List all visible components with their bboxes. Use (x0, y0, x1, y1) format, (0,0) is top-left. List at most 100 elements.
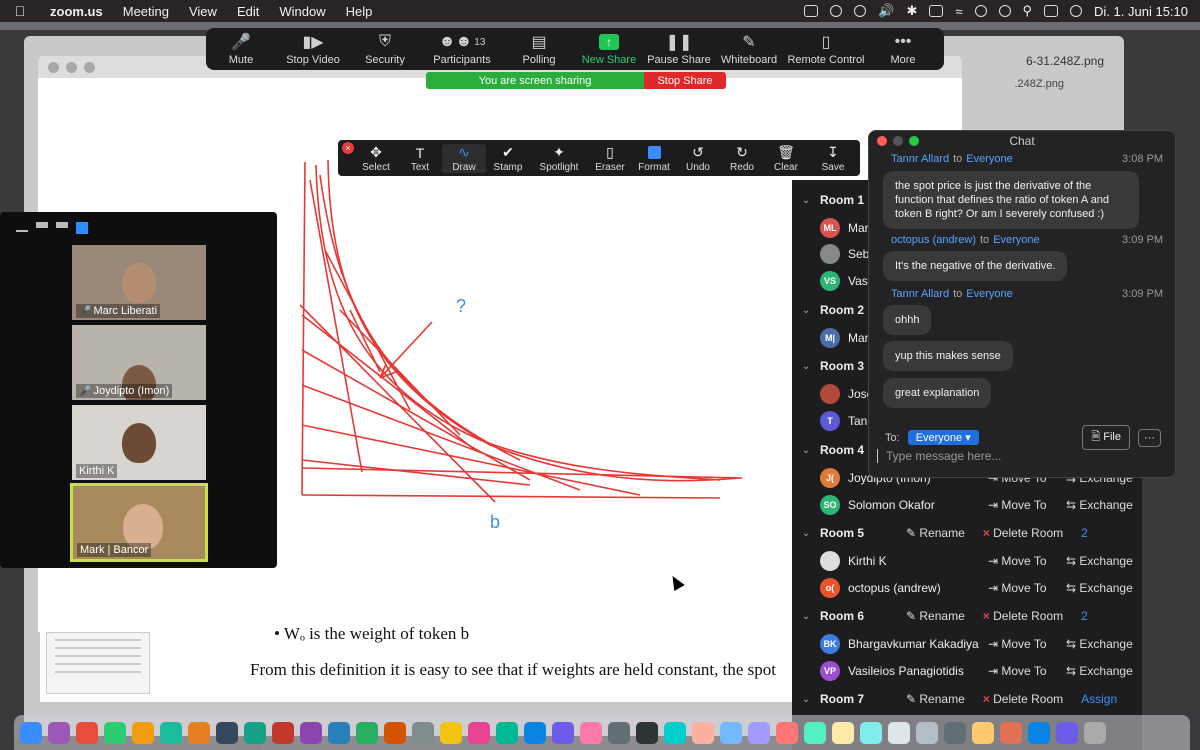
new-share-button[interactable]: ↑ New Share (574, 32, 644, 66)
dock-app-icon[interactable] (272, 721, 294, 744)
stamp-tool[interactable]: ✔ Stamp (486, 144, 530, 173)
siri-icon[interactable] (1070, 5, 1083, 17)
bluetooth-icon[interactable]: ✱ (906, 3, 917, 19)
strip-view-icon[interactable] (56, 222, 68, 228)
menu-window[interactable]: Window (269, 4, 335, 19)
dock-app-icon[interactable] (300, 721, 322, 744)
delete-room-button[interactable]: × Delete Room (983, 692, 1063, 706)
gallery-view-icon[interactable] (76, 222, 88, 234)
dock-app-icon[interactable] (692, 721, 714, 744)
dock-app-icon[interactable] (468, 721, 490, 744)
status-icon[interactable] (830, 5, 843, 17)
stop-share-button[interactable]: Stop Share (644, 72, 726, 89)
dock-app-icon[interactable] (76, 721, 98, 744)
clear-button[interactable]: 🗑 Clear (764, 144, 808, 173)
close-annotation-icon[interactable]: × (342, 142, 354, 154)
assign-button[interactable]: Assign (1081, 692, 1117, 706)
clock-icon[interactable] (998, 5, 1011, 17)
security-button[interactable]: ⛨ Security (350, 32, 420, 66)
room-row[interactable]: ⌄ Room 7 ✎ Rename × Delete Room Assign (792, 687, 1142, 711)
rename-button[interactable]: ✎ Rename (906, 526, 965, 540)
dock-app-icon[interactable] (972, 721, 994, 744)
move-to-button[interactable]: ⇥ Move To (988, 554, 1066, 568)
dock-app-icon[interactable] (776, 721, 798, 744)
more-options-button[interactable]: ··· (1138, 428, 1161, 447)
whiteboard-button[interactable]: ✎ Whiteboard (714, 32, 784, 66)
dock-app-icon[interactable] (664, 721, 686, 744)
menu-help[interactable]: Help (336, 4, 383, 19)
save-button[interactable]: ↧ Save (808, 144, 858, 173)
dock-app-icon[interactable] (244, 721, 266, 744)
move-to-button[interactable]: ⇥ Move To (988, 581, 1066, 595)
remote-control-button[interactable]: ▯ Remote Control (784, 32, 868, 66)
dock-app-icon[interactable] (1056, 721, 1078, 744)
exchange-button[interactable]: ⇆ Exchange (1066, 664, 1133, 678)
speaker-view-icon[interactable] (36, 222, 48, 228)
minimize-dot[interactable] (893, 136, 903, 146)
redo-button[interactable]: ↻ Redo (720, 144, 764, 173)
menu-view[interactable]: View (179, 4, 227, 19)
dock-app-icon[interactable] (188, 721, 210, 744)
control-center-icon[interactable] (1044, 5, 1059, 17)
wifi-icon[interactable]: ≈ (955, 4, 962, 19)
dock-app-icon[interactable] (356, 721, 378, 744)
dock-app-icon[interactable] (552, 721, 574, 744)
exchange-button[interactable]: ⇆ Exchange (1066, 498, 1133, 512)
exchange-button[interactable]: ⇆ Exchange (1066, 554, 1133, 568)
format-tool[interactable]: Format (632, 144, 676, 173)
battery-icon[interactable] (929, 5, 944, 17)
dock-app-icon[interactable] (48, 721, 70, 744)
dock-app-icon[interactable] (888, 721, 910, 744)
search-icon[interactable]: ⚲ (1023, 3, 1033, 19)
dock-app-icon[interactable] (1084, 721, 1106, 744)
dock-app-icon[interactable] (328, 721, 350, 744)
dock-app-icon[interactable] (440, 721, 462, 744)
sharing-status[interactable]: You are screen sharing (426, 72, 644, 89)
video-tile-active[interactable]: Mark | Bancor (70, 483, 208, 562)
exchange-button[interactable]: ⇆ Exchange (1066, 581, 1133, 595)
page-thumbnail[interactable] (46, 632, 150, 694)
dock-app-icon[interactable] (860, 721, 882, 744)
undo-button[interactable]: ↺ Undo (676, 144, 720, 173)
mute-button[interactable]: 🎤 Mute (206, 32, 276, 66)
dock-app-icon[interactable] (748, 721, 770, 744)
chat-message-input[interactable]: Type message here... (877, 449, 1001, 463)
minimize-icon[interactable] (16, 230, 28, 232)
zoom-status-icon[interactable] (804, 5, 819, 17)
zoom-dot[interactable] (84, 61, 95, 73)
file-button[interactable]: 🗎 File (1082, 425, 1130, 450)
dock-app-icon[interactable] (524, 721, 546, 744)
dock-app-icon[interactable] (832, 721, 854, 744)
dock-app-icon[interactable] (384, 721, 406, 744)
text-tool[interactable]: T Text (398, 144, 442, 173)
rename-button[interactable]: ✎ Rename (906, 692, 965, 706)
participant-row[interactable]: Kirthi K ⇥ Move To ⇆ Exchange (820, 549, 1142, 573)
dock-app-icon[interactable] (636, 721, 658, 744)
delete-room-button[interactable]: × Delete Room (983, 526, 1063, 540)
participants-button[interactable]: ☻☻ 13 Participants (420, 32, 504, 66)
user-icon[interactable] (974, 5, 987, 17)
pause-share-button[interactable]: ❚❚ Pause Share (644, 32, 714, 66)
close-dot[interactable] (48, 61, 59, 73)
dock-app-icon[interactable] (580, 721, 602, 744)
room-row[interactable]: ⌄ Room 5 ✎ Rename × Delete Room 2 (792, 521, 1142, 545)
zoom-dot[interactable] (909, 136, 919, 146)
spotlight-tool[interactable]: ✦ Spotlight (530, 144, 588, 173)
rename-button[interactable]: ✎ Rename (906, 609, 965, 623)
menu-app[interactable]: zoom.us (40, 4, 113, 19)
delete-room-button[interactable]: × Delete Room (983, 609, 1063, 623)
polling-button[interactable]: ▤ Polling (504, 32, 574, 66)
move-to-button[interactable]: ⇥ Move To (988, 664, 1066, 678)
play-icon[interactable] (854, 5, 867, 17)
dock-app-icon[interactable] (496, 721, 518, 744)
dock-app-icon[interactable] (944, 721, 966, 744)
volume-icon[interactable]: 🔊 (878, 3, 894, 19)
draw-tool[interactable]: ∿ Draw (442, 143, 486, 173)
move-to-button[interactable]: ⇥ Move To (988, 498, 1066, 512)
select-tool[interactable]: ✥ Select (354, 144, 398, 173)
dock-app-icon[interactable] (1000, 721, 1022, 744)
dock-app-icon[interactable] (132, 721, 154, 744)
participant-row[interactable]: o(octopus (andrew) ⇥ Move To ⇆ Exchange (820, 576, 1142, 600)
dock-app-icon[interactable] (160, 721, 182, 744)
participant-row[interactable]: SO Solomon Okafor ⇥ Move To ⇆ Exchange (820, 493, 1142, 517)
